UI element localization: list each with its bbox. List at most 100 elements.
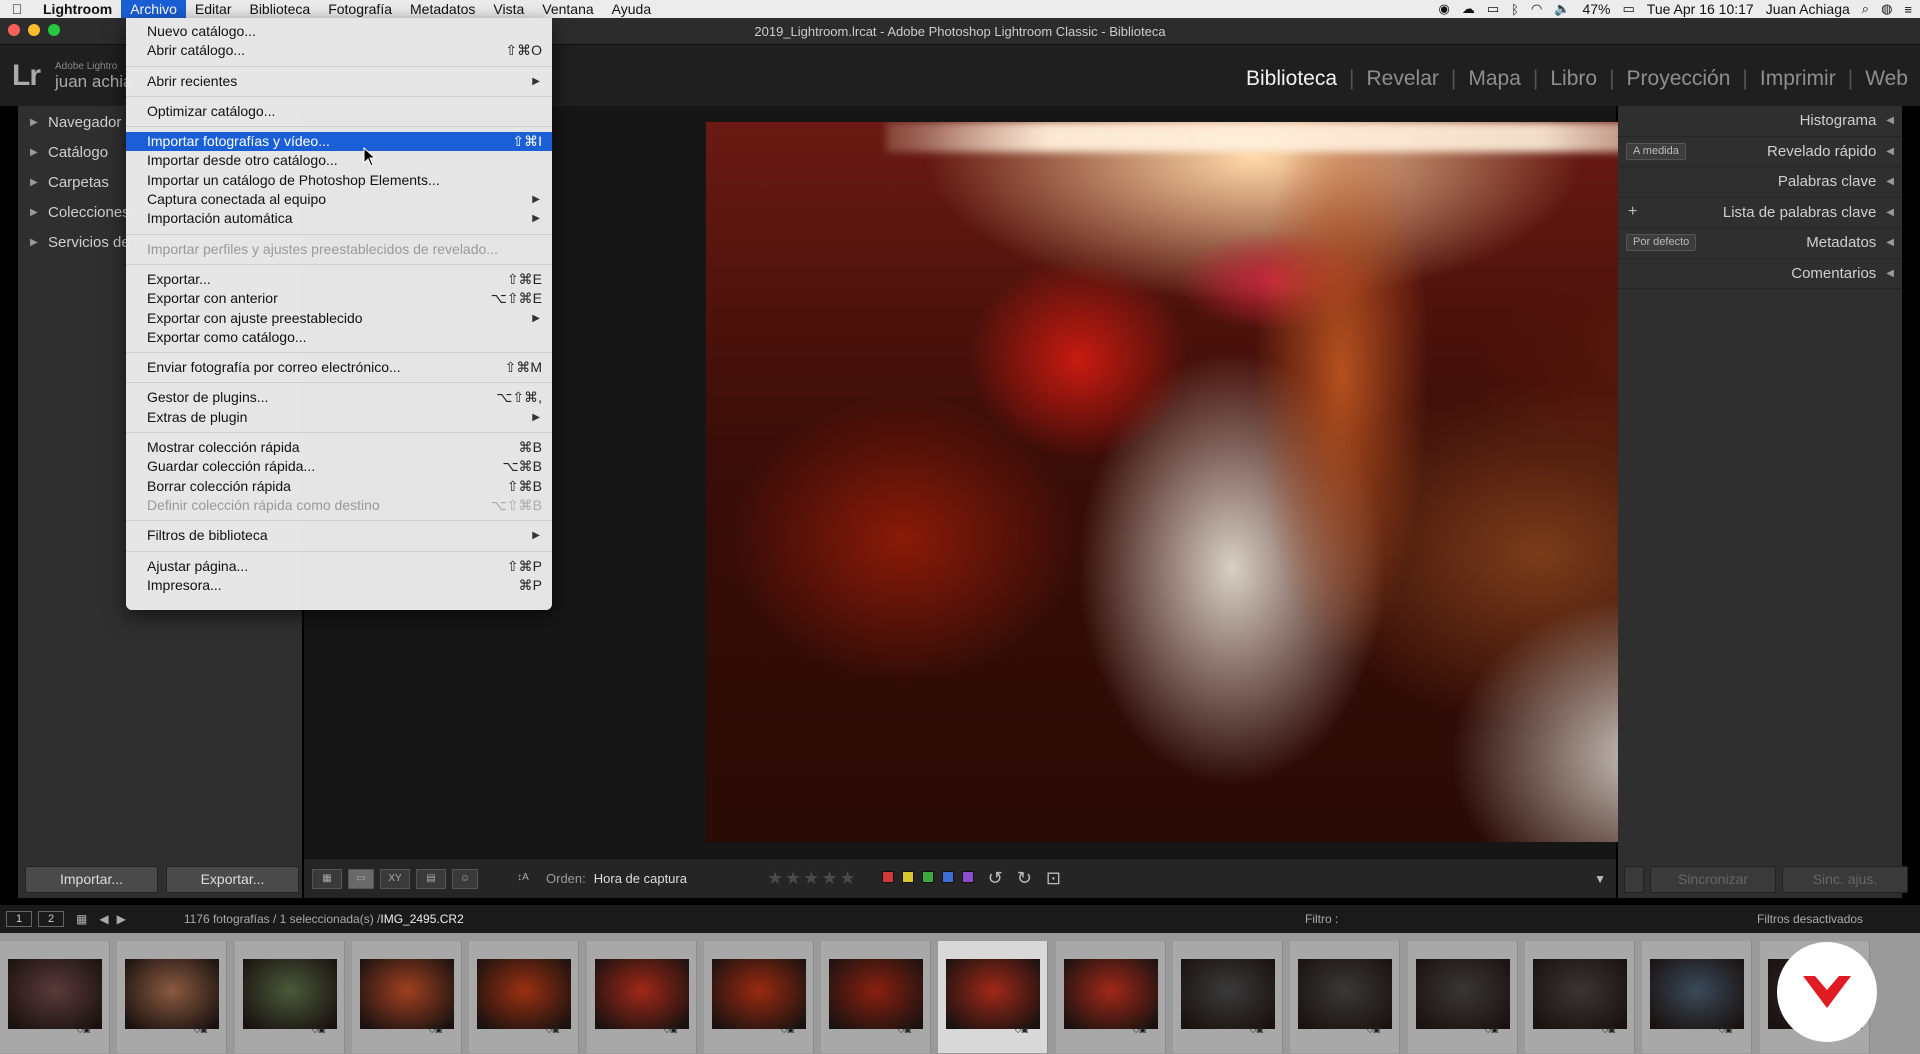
export-button[interactable]: Exportar...: [166, 866, 299, 893]
sync-toggle-icon[interactable]: [1624, 866, 1644, 893]
crop-overlay-icon[interactable]: ⊡: [1046, 868, 1061, 889]
filmstrip-thumbnail[interactable]: ◇▣: [704, 941, 814, 1053]
rating-stars[interactable]: ★★★★★: [767, 868, 858, 889]
grid-view-icon[interactable]: ▦: [312, 868, 342, 889]
filmstrip-thumbnail[interactable]: ◇▣: [352, 941, 462, 1053]
sync-settings-button[interactable]: Sinc. ajus.: [1782, 866, 1908, 893]
filmstrip-thumbnail[interactable]: ◇▣: [1056, 941, 1166, 1053]
menu-vista[interactable]: Vista: [484, 0, 533, 18]
secondary-window-button[interactable]: 2: [38, 911, 64, 927]
archivo-menu-item[interactable]: Filtros de biblioteca ▶: [126, 526, 552, 545]
forward-arrow-icon[interactable]: ▶: [117, 912, 126, 926]
archivo-menu-item[interactable]: Exportar con ajuste preestablecido ▶: [126, 309, 552, 328]
panel-histograma[interactable]: Histograma ◀: [1618, 106, 1902, 137]
archivo-menu-item[interactable]: Exportar... ⇧⌘E: [126, 270, 552, 289]
battery-percent[interactable]: 47%: [1582, 1, 1610, 17]
archivo-menu-item[interactable]: Guardar colección rápida... ⌥⌘B: [126, 457, 552, 476]
archivo-menu-item[interactable]: Gestor de plugins... ⌥⇧⌘,: [126, 388, 552, 407]
archivo-menu-item[interactable]: Importar fotografías y vídeo... ⇧⌘I: [126, 132, 552, 152]
sync-button[interactable]: Sincronizar: [1650, 866, 1776, 893]
module-proyeccion[interactable]: Proyección: [1615, 67, 1743, 91]
module-web[interactable]: Web: [1853, 67, 1920, 91]
archivo-menu-item[interactable]: Exportar con anterior ⌥⇧⌘E: [126, 289, 552, 308]
menu-biblioteca[interactable]: Biblioteca: [240, 0, 319, 18]
module-biblioteca[interactable]: Biblioteca: [1234, 67, 1349, 91]
toolbar-menu-chevron-icon[interactable]: ▼: [1594, 872, 1606, 886]
filter-preset-select[interactable]: Filtros desactivados: [1757, 912, 1863, 926]
filmstrip-thumbnail[interactable]: ◇▣: [587, 941, 697, 1053]
module-mapa[interactable]: Mapa: [1456, 67, 1533, 91]
loupe-view-icon[interactable]: ▭: [348, 868, 374, 889]
battery-icon[interactable]: ▭: [1623, 1, 1635, 17]
color-label-green[interactable]: [921, 871, 934, 883]
menu-editar[interactable]: Editar: [186, 0, 241, 18]
archivo-menu-item[interactable]: Importar un catálogo de Photoshop Elemen…: [126, 171, 552, 190]
apple-icon[interactable]: : [0, 1, 34, 17]
people-view-icon[interactable]: ☺: [452, 868, 478, 889]
volume-icon[interactable]: 🔈: [1554, 1, 1570, 17]
panel-palabras-clave[interactable]: Palabras clave ◀: [1618, 167, 1902, 198]
archivo-menu-item[interactable]: Nuevo catálogo...: [126, 22, 552, 41]
module-imprimir[interactable]: Imprimir: [1748, 67, 1848, 91]
archivo-menu-item[interactable]: Ajustar página... ⇧⌘P: [126, 557, 552, 576]
filmstrip-thumbnail[interactable]: ◇▣: [469, 941, 579, 1053]
archivo-menu-item[interactable]: Exportar como catálogo...: [126, 328, 552, 347]
archivo-menu-item[interactable]: Impresora... ⌘P: [126, 576, 552, 595]
grid-shortcut-icon[interactable]: ▦: [76, 912, 87, 926]
menu-archivo[interactable]: Archivo: [121, 0, 186, 18]
filmstrip-thumbnail[interactable]: ◇▣: [1525, 941, 1635, 1053]
sort-direction-icon[interactable]: ↕A: [508, 869, 538, 889]
menu-ventana[interactable]: Ventana: [533, 0, 602, 18]
panel-revelado-rapido[interactable]: A medida Revelado rápido ◀: [1618, 137, 1902, 167]
filmstrip-thumbnail[interactable]: ◇▣: [821, 941, 931, 1053]
menu-ayuda[interactable]: Ayuda: [603, 0, 660, 18]
color-label-yellow[interactable]: [901, 871, 914, 883]
airplay-icon[interactable]: ▭: [1487, 1, 1499, 17]
archivo-menu-item[interactable]: Abrir catálogo... ⇧⌘O: [126, 41, 552, 60]
clock[interactable]: Tue Apr 16 10:17: [1647, 1, 1754, 17]
filmstrip-thumbnail[interactable]: ◇▣: [1290, 941, 1400, 1053]
quick-develop-preset-select[interactable]: A medida: [1626, 142, 1686, 160]
filmstrip-thumbnail[interactable]: ◇▣: [235, 941, 345, 1053]
record-icon[interactable]: ◉: [1438, 1, 1449, 17]
metadata-view-select[interactable]: Por defecto: [1626, 234, 1697, 251]
archivo-menu-item[interactable]: Borrar colección rápida ⇧⌘B: [126, 477, 552, 496]
back-arrow-icon[interactable]: ◀: [99, 912, 108, 926]
rotate-right-icon[interactable]: ↻: [1017, 868, 1032, 889]
archivo-menu-item[interactable]: Importación automática ▶: [126, 209, 552, 228]
archivo-menu-item[interactable]: Optimizar catálogo...: [126, 102, 552, 121]
user-name[interactable]: Juan Achiaga: [1766, 1, 1850, 17]
filmstrip-thumbnail[interactable]: ◇▣: [0, 941, 110, 1053]
color-label-red[interactable]: [881, 871, 894, 883]
rotate-left-icon[interactable]: ↺: [988, 868, 1003, 889]
filmstrip-thumbnail[interactable]: ◇▣: [1173, 941, 1283, 1053]
filmstrip-thumbnail[interactable]: ◇▣: [117, 941, 227, 1053]
menu-fotografia[interactable]: Fotografía: [319, 0, 401, 18]
compare-view-icon[interactable]: XY: [380, 868, 410, 889]
creative-cloud-icon[interactable]: ☁: [1462, 1, 1475, 17]
archivo-menu-item[interactable]: Enviar fotografía por correo electrónico…: [126, 358, 552, 377]
sort-order-select[interactable]: Hora de captura: [594, 871, 687, 886]
color-label-blue[interactable]: [941, 871, 954, 883]
module-libro[interactable]: Libro: [1538, 67, 1609, 91]
archivo-menu-item[interactable]: Mostrar colección rápida ⌘B: [126, 438, 552, 457]
archivo-menu-item[interactable]: Importar desde otro catálogo...: [126, 151, 552, 170]
panel-metadatos[interactable]: Por defecto Metadatos ◀: [1618, 228, 1902, 259]
menu-metadatos[interactable]: Metadatos: [401, 0, 484, 18]
add-keyword-icon[interactable]: +: [1628, 203, 1637, 221]
menu-lightroom[interactable]: Lightroom: [34, 0, 121, 18]
notification-center-icon[interactable]: ≡: [1904, 2, 1912, 17]
filmstrip-thumbnail[interactable]: ◇▣: [1642, 941, 1752, 1053]
panel-comentarios[interactable]: Comentarios ◀: [1618, 259, 1902, 289]
panel-lista-palabras-clave[interactable]: + Lista de palabras clave ◀: [1618, 198, 1902, 228]
spotlight-search-icon[interactable]: ⌕: [1862, 1, 1869, 17]
color-label-purple[interactable]: [961, 871, 974, 883]
filmstrip-thumbnail[interactable]: ◇▣: [938, 941, 1048, 1053]
filmstrip-thumbnail[interactable]: ◇▣: [1408, 941, 1518, 1053]
archivo-menu-item[interactable]: Extras de plugin ▶: [126, 408, 552, 427]
bluetooth-icon[interactable]: ᛒ: [1511, 2, 1519, 17]
archivo-menu-item[interactable]: Abrir recientes ▶: [126, 72, 552, 91]
siri-icon[interactable]: ◍: [1881, 1, 1892, 17]
import-button[interactable]: Importar...: [25, 866, 158, 893]
module-revelar[interactable]: Revelar: [1355, 67, 1451, 91]
